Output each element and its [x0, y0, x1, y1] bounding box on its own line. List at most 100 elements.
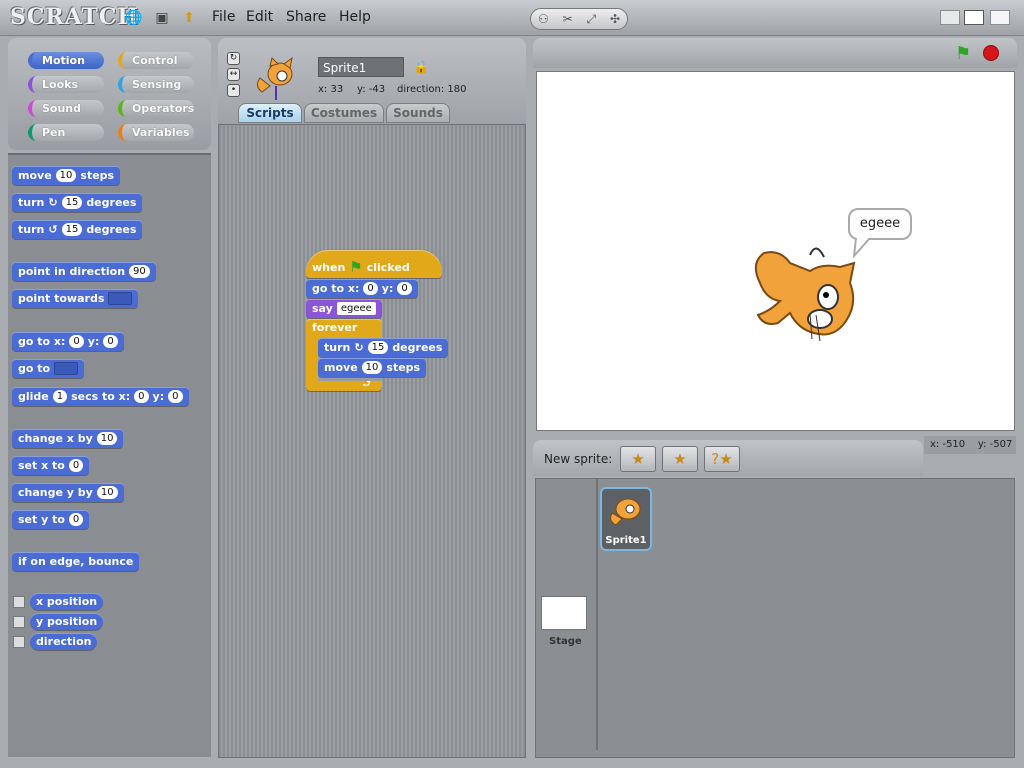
block-input[interactable]: 15: [367, 341, 389, 354]
mouse-y-readout: y: -507: [977, 439, 1013, 450]
rotate-ccw-icon: ↺: [48, 223, 58, 236]
stage-thumbnail[interactable]: [541, 596, 587, 630]
share-icon[interactable]: ⬆: [180, 9, 198, 27]
block-text: if on edge, bounce: [18, 555, 134, 568]
x-input[interactable]: 0: [134, 390, 149, 403]
category-sound[interactable]: Sound: [28, 100, 104, 117]
block-change-y[interactable]: change y by 10: [12, 483, 124, 502]
block-glide[interactable]: glide 1 secs to x: 0 y: 0: [12, 387, 189, 406]
tab-costumes[interactable]: Costumes: [304, 103, 384, 123]
y-input[interactable]: 0: [397, 282, 412, 295]
sprite-name-field[interactable]: Sprite1: [318, 57, 404, 77]
block-go-to[interactable]: go to: [12, 359, 85, 378]
paint-sprite-button[interactable]: ★: [620, 446, 656, 472]
y-position-checkbox[interactable]: [13, 616, 25, 628]
block-go-to-xy[interactable]: go to x: 0 y: 0: [306, 279, 418, 298]
block-turn-cw[interactable]: turn ↻ 15 degrees: [12, 193, 143, 212]
block-input[interactable]: 10: [361, 361, 383, 374]
reporter-direction[interactable]: direction: [30, 633, 98, 650]
question-star-icon: ?★: [711, 450, 733, 468]
globe-icon[interactable]: 🌐: [125, 9, 143, 27]
secs-input[interactable]: 1: [52, 390, 68, 403]
reporter-x-position[interactable]: x position: [30, 593, 104, 610]
block-input[interactable]: 15: [61, 223, 83, 236]
category-sensing[interactable]: Sensing: [118, 76, 194, 93]
surprise-sprite-button[interactable]: ?★: [704, 446, 740, 472]
speech-bubble: egeee: [848, 208, 912, 240]
block-move[interactable]: move 10 steps: [12, 166, 121, 185]
block-input[interactable]: 0: [68, 513, 84, 526]
shrink-tool-icon[interactable]: ✣: [610, 12, 620, 26]
direction-checkbox[interactable]: [13, 636, 25, 648]
grow-tool-icon[interactable]: ⤢: [587, 12, 597, 27]
block-set-x[interactable]: set x to 0: [12, 456, 90, 475]
category-motion[interactable]: Motion: [28, 52, 104, 69]
block-text: go to x:: [312, 282, 360, 295]
lock-icon[interactable]: 🔒: [413, 60, 429, 75]
reporter-y-position[interactable]: y position: [30, 613, 104, 630]
category-variables[interactable]: Variables: [118, 124, 194, 141]
green-flag-icon: ⚑: [349, 257, 363, 276]
x-input[interactable]: 0: [363, 282, 378, 295]
choose-sprite-button[interactable]: ★: [662, 446, 698, 472]
duplicate-tool-icon[interactable]: ⚇: [538, 12, 549, 26]
delete-tool-icon[interactable]: ✂: [563, 12, 573, 26]
sprite-costume-icon: [256, 56, 293, 100]
menu-file[interactable]: File: [212, 9, 235, 25]
scripts-area[interactable]: [218, 124, 526, 758]
block-input[interactable]: 10: [96, 432, 118, 445]
block-input[interactable]: 15: [61, 196, 83, 209]
x-position-checkbox[interactable]: [13, 596, 25, 608]
category-looks[interactable]: Looks: [28, 76, 104, 93]
block-input[interactable]: 10: [55, 169, 77, 182]
x-input[interactable]: 0: [69, 335, 84, 348]
tab-scripts[interactable]: Scripts: [238, 103, 302, 123]
presentation-mode-icon[interactable]: [990, 10, 1010, 25]
rotate-cw-icon: ↻: [48, 196, 58, 209]
flip-style-icon[interactable]: ↔: [227, 68, 240, 81]
block-say[interactable]: say egeee: [306, 299, 382, 318]
category-control[interactable]: Control: [118, 52, 194, 69]
cat-sprite: [754, 247, 856, 342]
category-operators[interactable]: Operators: [118, 100, 194, 117]
divider: [596, 478, 598, 750]
target-dropdown[interactable]: [108, 292, 133, 305]
y-input[interactable]: 0: [103, 335, 118, 348]
block-turn-ccw[interactable]: turn ↺ 15 degrees: [12, 220, 143, 239]
block-turn-cw[interactable]: turn ↻ 15 degrees: [318, 338, 449, 357]
block-text: steps: [80, 169, 115, 182]
block-bounce[interactable]: if on edge, bounce: [12, 552, 140, 571]
tab-sounds[interactable]: Sounds: [386, 103, 450, 123]
direction-dropdown[interactable]: 90: [129, 265, 150, 278]
block-point-towards[interactable]: point towards: [12, 289, 139, 308]
rotate-style-icon[interactable]: ↻: [227, 52, 240, 65]
y-input[interactable]: 0: [168, 390, 183, 403]
menu-edit[interactable]: Edit: [246, 9, 273, 25]
no-rotate-icon[interactable]: •: [227, 84, 240, 97]
target-dropdown[interactable]: [54, 362, 79, 375]
say-text-input[interactable]: egeee: [336, 302, 376, 315]
block-go-to-xy[interactable]: go to x: 0 y: 0: [12, 332, 124, 351]
paint-star-icon: ★: [631, 450, 645, 468]
category-pen[interactable]: Pen: [28, 124, 104, 141]
block-input[interactable]: 0: [68, 459, 84, 472]
block-input[interactable]: 10: [96, 486, 118, 499]
block-text: glide: [18, 390, 49, 403]
block-set-y[interactable]: set y to 0: [12, 510, 90, 529]
green-flag-icon[interactable]: ⚑: [955, 43, 971, 64]
normal-stage-icon[interactable]: [964, 10, 984, 25]
block-text: y:: [87, 335, 100, 348]
menu-help[interactable]: Help: [339, 9, 371, 25]
block-text: point towards: [18, 292, 105, 305]
block-point-in-direction[interactable]: point in direction 90: [12, 262, 156, 281]
block-text: say: [312, 302, 333, 315]
hat-when-flag-clicked[interactable]: when ⚑ clicked: [306, 250, 442, 278]
menu-share[interactable]: Share: [286, 9, 326, 25]
small-stage-icon[interactable]: [940, 10, 960, 25]
sprite-thumbnail[interactable]: Sprite1: [600, 487, 652, 551]
folder-star-icon: ★: [673, 450, 687, 468]
block-change-x[interactable]: change x by 10: [12, 429, 124, 448]
save-icon[interactable]: ▣: [153, 9, 171, 27]
stop-sign-icon[interactable]: [983, 45, 999, 61]
block-move[interactable]: move 10 steps: [318, 358, 427, 377]
